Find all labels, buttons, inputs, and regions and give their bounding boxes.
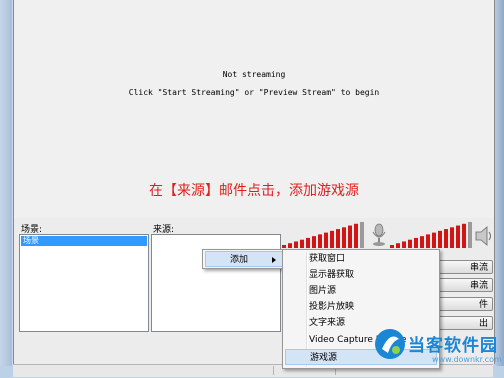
meter-bar xyxy=(408,239,412,248)
stream-status-text: Not streaming xyxy=(222,70,286,79)
microphone-icon[interactable] xyxy=(369,222,389,248)
window-frame-right xyxy=(495,0,504,378)
stream-hint-text: Click "Start Streaming" or "Preview Stre… xyxy=(128,88,380,97)
scene-item[interactable]: 场景 xyxy=(21,236,147,246)
desktop-audio-meter xyxy=(282,222,364,248)
meter-bar xyxy=(312,236,316,248)
meter-bar xyxy=(450,227,454,248)
meter-bar xyxy=(342,227,346,248)
scenes-list[interactable]: 场景 xyxy=(19,234,149,332)
sources-context-menu: 添加 xyxy=(202,249,286,269)
menu-item-window-capture[interactable]: 获取窗口 xyxy=(285,251,437,267)
menu-item-text-source[interactable]: 文字来源 xyxy=(285,315,437,331)
meter-bar xyxy=(288,243,292,248)
menu-item-add[interactable]: 添加 xyxy=(205,251,283,267)
meter-bar xyxy=(390,245,394,248)
meter-bar xyxy=(438,230,442,248)
preview-stream-button[interactable]: 串流 xyxy=(437,278,493,292)
menu-item-slideshow[interactable]: 投影片放映 xyxy=(285,299,437,315)
meter-bar xyxy=(300,239,304,248)
watermark-text: 当客软件园 xyxy=(408,336,498,356)
meter-bar xyxy=(426,234,430,248)
meter-bar xyxy=(348,225,352,248)
exit-button[interactable]: 出 xyxy=(437,316,493,330)
status-cell xyxy=(13,366,274,375)
menu-item-add-label: 添加 xyxy=(230,255,249,265)
meter-bar xyxy=(396,243,400,248)
meter-bar xyxy=(336,229,340,248)
start-streaming-button[interactable]: 串流 xyxy=(437,260,493,274)
meter-bar xyxy=(420,236,424,248)
meter-bar xyxy=(294,241,298,248)
watermark-logo-icon xyxy=(375,329,405,359)
meter-bar xyxy=(360,222,364,248)
mic-audio-meter xyxy=(390,222,472,248)
meter-bar xyxy=(306,237,310,248)
meter-bar xyxy=(468,222,472,248)
meter-bar xyxy=(462,223,466,248)
meter-bar xyxy=(282,245,286,248)
tutorial-annotation: 在【来源】邮件点击，添加游戏源 xyxy=(149,183,359,199)
menu-item-monitor-capture[interactable]: 显示器获取 xyxy=(285,267,437,283)
meter-bar xyxy=(318,234,322,248)
meter-bar xyxy=(432,232,436,248)
meter-bar xyxy=(456,225,460,248)
meter-bar xyxy=(324,232,328,248)
meter-bar xyxy=(402,241,406,248)
meter-bar xyxy=(414,237,418,248)
speaker-icon[interactable] xyxy=(474,224,494,248)
watermark-url: www.downkr.com xyxy=(432,355,502,364)
meter-bar xyxy=(444,229,448,248)
submenu-arrow-icon xyxy=(272,257,276,263)
meter-bar xyxy=(330,230,334,248)
menu-item-image-source[interactable]: 图片源 xyxy=(285,283,437,299)
window-frame-left xyxy=(0,0,12,378)
meter-bar xyxy=(354,223,358,248)
stream-preview: Not streaming Click "Start Streaming" or… xyxy=(13,0,495,218)
plugins-button[interactable]: 件 xyxy=(437,297,493,311)
